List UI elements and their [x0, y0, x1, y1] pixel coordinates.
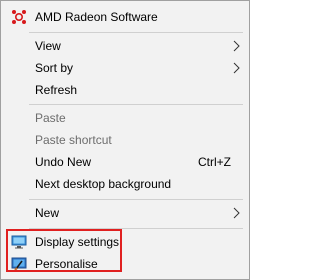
menu-item-label: New: [35, 206, 60, 220]
menu-item-amd-radeon-software[interactable]: AMD Radeon Software: [1, 6, 249, 28]
menu-item-new[interactable]: New: [1, 202, 249, 224]
menu-item-label: View: [35, 39, 61, 53]
menu-item-label: Paste: [35, 111, 66, 125]
menu-item-refresh[interactable]: Refresh: [1, 79, 249, 101]
menu-item-label: AMD Radeon Software: [35, 10, 158, 24]
menu-item-shortcut: Ctrl+Z: [198, 155, 231, 169]
menu-item-label: Next desktop background: [35, 177, 172, 191]
menu-item-view[interactable]: View: [1, 35, 249, 57]
menu-item-paste-shortcut: Paste shortcut: [1, 129, 249, 151]
menu-item-label: Undo New: [35, 155, 92, 169]
chevron-right-icon: [233, 62, 240, 74]
amd-radeon-icon: [12, 10, 26, 24]
menu-item-next-desktop-background[interactable]: Next desktop background: [1, 173, 249, 195]
highlight-annotation-box: [6, 229, 122, 272]
menu-item-paste: Paste: [1, 107, 249, 129]
menu-item-sort-by[interactable]: Sort by: [1, 57, 249, 79]
menu-item-label: Paste shortcut: [35, 133, 112, 147]
chevron-right-icon: [233, 207, 240, 219]
chevron-right-icon: [233, 40, 240, 52]
menu-separator: [29, 104, 243, 105]
menu-item-label: Refresh: [35, 83, 78, 97]
menu-separator: [29, 199, 243, 200]
menu-item-undo-new[interactable]: Undo New Ctrl+Z: [1, 151, 249, 173]
menu-item-label: Sort by: [35, 61, 74, 75]
menu-separator: [29, 32, 243, 33]
